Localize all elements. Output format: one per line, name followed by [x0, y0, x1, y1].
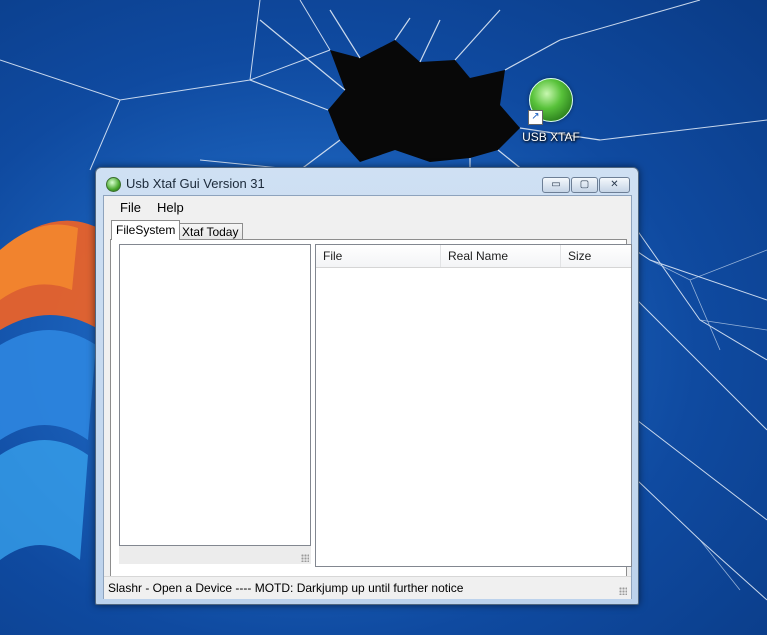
maximize-button[interactable]: ▢	[571, 177, 598, 193]
usb-xtaf-desktop-shortcut[interactable]: ↗ USB XTAF	[518, 76, 584, 146]
tab-filesystem[interactable]: FileSystem	[111, 220, 181, 240]
shortcut-label: USB XTAF	[522, 130, 580, 144]
close-button[interactable]: ✕	[599, 177, 630, 193]
menu-bar: File Help	[104, 196, 631, 218]
resize-grip-icon[interactable]	[619, 587, 627, 595]
device-tree-view[interactable]	[119, 244, 311, 546]
menu-help[interactable]: Help	[157, 200, 184, 215]
window-title: Usb Xtaf Gui Version 31	[126, 176, 265, 191]
title-bar[interactable]: Usb Xtaf Gui Version 31 ▭ ▢ ✕	[96, 168, 638, 196]
menu-file[interactable]: File	[120, 200, 141, 215]
column-header-size[interactable]: Size	[561, 245, 631, 267]
status-text: Slashr - Open a Device ---- MOTD: Darkju…	[108, 581, 464, 595]
resize-grip-icon[interactable]	[301, 554, 309, 562]
window-client: File Help FileSystem Xtaf Today File Rea…	[103, 195, 632, 599]
tree-status-strip	[119, 546, 311, 564]
app-window: Usb Xtaf Gui Version 31 ▭ ▢ ✕ File Help …	[95, 167, 639, 605]
column-header-real-name[interactable]: Real Name	[441, 245, 561, 267]
filesystem-tab-page: File Real Name Size	[110, 239, 632, 584]
minimize-button[interactable]: ▭	[542, 177, 570, 193]
shortcut-arrow-icon: ↗	[528, 110, 543, 125]
column-header-file[interactable]: File	[316, 245, 441, 267]
list-header: File Real Name Size	[316, 245, 631, 268]
xbox-orb-icon	[106, 177, 121, 192]
file-list-view[interactable]: File Real Name Size	[315, 244, 632, 567]
status-bar: Slashr - Open a Device ---- MOTD: Darkju…	[104, 576, 631, 599]
